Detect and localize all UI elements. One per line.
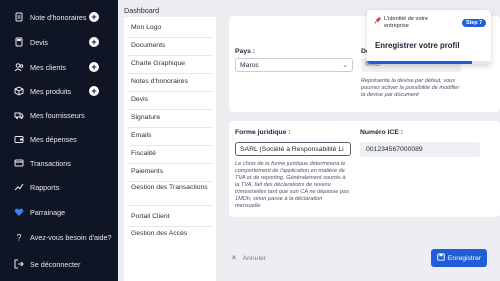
- sidebar-item-1[interactable]: Devis +: [0, 31, 118, 53]
- wallet-icon: [14, 134, 24, 144]
- heart-icon: [14, 207, 24, 217]
- submenu-item[interactable]: Signature: [131, 113, 211, 122]
- plus-icon[interactable]: +: [89, 86, 99, 96]
- submenu-divider: [128, 55, 212, 56]
- chevron-down-icon: ⌄: [342, 62, 348, 69]
- sidebar-item-label: Avez-vous besoin d'aide?: [30, 232, 112, 242]
- submenu-divider: [128, 127, 212, 128]
- submenu-item[interactable]: Fiscalité: [131, 149, 211, 158]
- save-icon: [437, 253, 445, 263]
- forme-value: SARL (Société à Responsabilité Li: [240, 146, 344, 153]
- onboarding-title[interactable]: Enregistrer votre profil: [375, 41, 460, 50]
- legal-card: Forme juridique : SARL (Société à Respon…: [229, 121, 500, 217]
- pays-label: Pays :: [235, 48, 256, 55]
- submenu-item[interactable]: Paiements: [131, 167, 211, 176]
- users-icon: [14, 62, 24, 72]
- sidebar-item-4[interactable]: Mes fournisseurs: [0, 104, 118, 126]
- sidebar-item-label: Transactions: [30, 158, 71, 168]
- card-icon: [14, 158, 24, 168]
- save-button[interactable]: Enregistrer: [431, 249, 487, 267]
- devise-hint: Représente la devise par défaut, vous po…: [361, 78, 460, 98]
- sidebar-item-6[interactable]: Transactions: [0, 152, 118, 174]
- pin-icon: [374, 16, 382, 24]
- onboarding-popover: L'identité de votre entreprise Step 7 En…: [367, 10, 491, 64]
- submenu-item[interactable]: Documents: [131, 41, 211, 50]
- sidebar-item-0[interactable]: Note d'honoraires +: [0, 6, 118, 28]
- chart-icon: [14, 182, 24, 192]
- sidebar-item-2[interactable]: Mes clients +: [0, 56, 118, 78]
- sidebar-item-9[interactable]: ? Avez-vous besoin d'aide?: [0, 226, 118, 248]
- cancel-label: Annuler: [242, 255, 267, 262]
- submenu-divider: [128, 109, 212, 110]
- settings-submenu: Mon Logo Documents Charte Graphique Notes d…: [124, 17, 216, 281]
- onboarding-kicker: L'identité de votre entreprise: [384, 16, 428, 29]
- submenu-item[interactable]: Notes d'honoraires: [131, 77, 211, 86]
- save-label: Enregistrer: [447, 254, 482, 262]
- submenu-item[interactable]: Gestion des Transactions: [131, 183, 211, 192]
- sidebar: Note d'honoraires + Devis + Mes clients + Mes …: [0, 0, 118, 281]
- sidebar-item-label: Mes fournisseurs: [30, 110, 85, 120]
- ice-field[interactable]: 001234567000089: [360, 142, 480, 157]
- onboarding-progress-fill: [367, 61, 473, 64]
- plus-icon[interactable]: +: [89, 12, 99, 22]
- plus-icon[interactable]: +: [89, 37, 99, 47]
- sidebar-item-label: Mes dépenses: [30, 134, 77, 144]
- logout-icon: [14, 259, 24, 269]
- sidebar-item-label: Parrainage: [30, 207, 66, 217]
- sidebar-item-label: Note d'honoraires: [30, 12, 87, 22]
- submenu-divider: [128, 205, 212, 206]
- document-icon: [14, 12, 24, 22]
- submenu-item[interactable]: Gestion des Accès: [131, 229, 211, 238]
- close-icon: ✕: [231, 255, 237, 262]
- box-icon: [14, 86, 24, 96]
- sidebar-item-7[interactable]: Rapports: [0, 176, 118, 198]
- sidebar-item-5[interactable]: Mes dépenses: [0, 128, 118, 150]
- sidebar-item-10[interactable]: Se déconnecter: [0, 253, 118, 275]
- pays-select[interactable]: Maroc ⌄: [235, 58, 353, 72]
- sidebar-item-label: Devis: [30, 37, 48, 47]
- help-icon: ?: [14, 232, 24, 243]
- cancel-button[interactable]: ✕ Annuler: [231, 254, 266, 262]
- submenu-item[interactable]: Charte Graphique: [131, 59, 211, 68]
- sidebar-item-label: Mes produits: [30, 86, 72, 96]
- sidebar-item-label: Rapports: [30, 182, 60, 192]
- calculator-icon: [14, 37, 24, 47]
- form-footer: ✕ Annuler Enregistrer: [221, 220, 500, 281]
- onboarding-progress: [367, 61, 491, 64]
- svg-text:?: ?: [16, 233, 21, 243]
- sidebar-item-label: Se déconnecter: [30, 259, 81, 269]
- plus-icon[interactable]: +: [89, 62, 99, 72]
- sidebar-item-3[interactable]: Mes produits +: [0, 80, 118, 102]
- submenu-divider: [128, 145, 212, 146]
- ice-label: Numéro ICE :: [360, 129, 404, 136]
- submenu-item[interactable]: Portail Client: [131, 212, 211, 221]
- pays-value: Maroc: [240, 62, 259, 69]
- step-badge: Step 7: [462, 19, 487, 27]
- submenu-divider: [128, 73, 212, 74]
- submenu-divider: [128, 91, 212, 92]
- submenu-item[interactable]: Mon Logo: [131, 23, 211, 32]
- submenu-item[interactable]: Emails: [131, 131, 211, 140]
- truck-icon: [14, 110, 24, 120]
- sidebar-item-8[interactable]: Parrainage: [0, 201, 118, 223]
- submenu-divider: [128, 226, 212, 227]
- forme-label: Forme juridique :: [235, 129, 291, 136]
- submenu-item[interactable]: Devis: [131, 95, 211, 104]
- breadcrumb: Dashboard: [124, 6, 160, 15]
- submenu-divider: [128, 37, 212, 38]
- submenu-divider: [128, 181, 212, 182]
- forme-hint: Le choix de la forme juridique détermine…: [235, 161, 349, 209]
- sidebar-item-label: Mes clients: [30, 62, 66, 72]
- submenu-divider: [128, 163, 212, 164]
- forme-select[interactable]: SARL (Société à Responsabilité Li: [235, 142, 351, 156]
